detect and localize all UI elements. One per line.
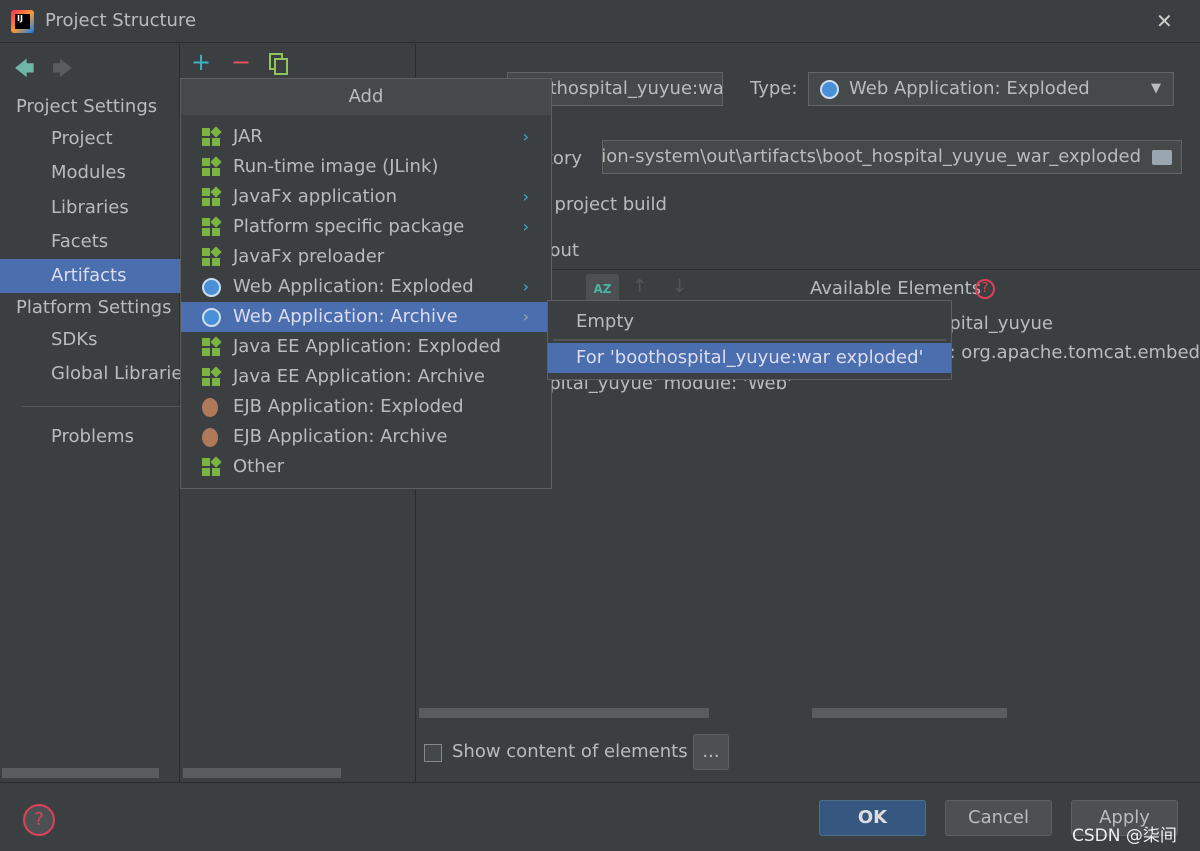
menu-item-label: Web Application: Exploded [233, 276, 474, 297]
list-scrollbar[interactable] [183, 768, 341, 778]
menu-item[interactable]: Java EE Application: Exploded [181, 332, 551, 362]
layout-scrollbar[interactable] [419, 708, 709, 718]
remove-button[interactable]: − [231, 48, 251, 76]
menu-item-label: Run-time image (JLink) [233, 156, 439, 177]
bean-icon [202, 398, 218, 417]
sidebar-item-problems[interactable]: Problems [0, 420, 180, 454]
menu-item-label: Other [233, 456, 285, 477]
sidebar-item-facets[interactable]: Facets [0, 225, 180, 259]
chevron-down-icon: ▼ [1151, 81, 1161, 96]
sidebar-scrollbar[interactable] [2, 768, 159, 778]
menu-item[interactable]: Web Application: Archive › [181, 302, 551, 332]
menu-item-label: EJB Application: Exploded [233, 396, 464, 417]
chevron-right-icon: › [522, 217, 529, 236]
output-directory-input[interactable]: hospital-reservation-system\out\artifact… [602, 140, 1182, 174]
menu-item[interactable]: JavaFx preloader [181, 242, 551, 272]
show-content-checkbox[interactable] [424, 744, 442, 762]
artifact-icon [202, 456, 222, 477]
sidebar: 🡄 🡆 Project Settings Project Modules Lib… [0, 44, 192, 782]
sidebar-item-modules[interactable]: Modules [0, 156, 180, 190]
menu-item-label: Platform specific package [233, 216, 465, 237]
type-dropdown[interactable]: Web Application: Exploded ▼ [808, 72, 1174, 106]
forward-arrow-icon[interactable]: 🡆 [52, 54, 73, 88]
more-button[interactable]: ... [693, 734, 729, 770]
ok-button[interactable]: OK [819, 800, 926, 836]
menu-item[interactable]: Run-time image (JLink) [181, 152, 551, 182]
menu-item[interactable]: EJB Application: Archive [181, 422, 551, 452]
intellij-logo-icon: IJ [11, 10, 34, 33]
menu-item[interactable]: Other [181, 452, 551, 482]
bean-icon [202, 428, 218, 447]
submenu-item-for-exploded[interactable]: For 'boothospital_yuyue:war exploded' [548, 343, 951, 373]
add-popup-menu: Add JAR › Run-time image (JLink) JavaFx app… [180, 78, 552, 489]
available-elements-label: Available Elements [810, 278, 982, 299]
artifact-icon [202, 246, 222, 267]
globe-icon [202, 308, 221, 327]
window-title: Project Structure [45, 10, 197, 31]
popup-title: Add [181, 79, 551, 115]
chevron-right-icon: › [522, 187, 529, 206]
cancel-button[interactable]: Cancel [945, 800, 1052, 836]
available-scrollbar[interactable] [812, 708, 1007, 718]
menu-item-label: JavaFx application [233, 186, 398, 207]
chevron-right-icon: › [522, 277, 529, 296]
project-settings-heading: Project Settings [16, 96, 158, 117]
chevron-right-icon: › [522, 127, 529, 146]
platform-settings-heading: Platform Settings [16, 297, 172, 318]
copy-button[interactable] [269, 53, 288, 75]
sidebar-item-project[interactable]: Project [0, 122, 180, 156]
menu-item-label: Web Application: Archive [233, 306, 458, 327]
help-button[interactable]: ? [23, 804, 55, 836]
menu-item-label: Java EE Application: Archive [233, 366, 485, 387]
show-content-label: Show content of elements [452, 741, 688, 762]
artifact-icon [202, 336, 222, 357]
menu-item-label: Java EE Application: Exploded [233, 336, 501, 357]
add-button[interactable]: + [191, 48, 211, 76]
submenu-item-empty[interactable]: Empty [576, 311, 634, 332]
artifact-icon [202, 156, 222, 177]
menu-item[interactable]: Platform specific package › [181, 212, 551, 242]
move-down-icon[interactable]: ↓ [672, 276, 687, 297]
sidebar-item-libraries[interactable]: Libraries [0, 191, 180, 225]
output-directory-value: hospital-reservation-system\out\artifact… [603, 146, 1141, 167]
type-value: Web Application: Exploded [849, 78, 1090, 99]
title-bar: IJ Project Structure ✕ [0, 0, 1200, 43]
globe-icon [820, 80, 839, 99]
chevron-right-icon: › [522, 307, 529, 326]
watermark: CSDN @柒间 [1072, 826, 1177, 846]
type-label: Type: [750, 78, 798, 99]
globe-icon [202, 278, 221, 297]
menu-item-label: JAR [233, 126, 263, 147]
artifact-icon [202, 216, 222, 237]
menu-item[interactable]: JavaFx application › [181, 182, 551, 212]
dialog-footer: ? OK Cancel Apply CSDN @柒间 [0, 782, 1200, 851]
sidebar-item-global-libraries[interactable]: Global Libraries [0, 357, 192, 391]
menu-item[interactable]: Java EE Application: Archive [181, 362, 551, 392]
folder-icon[interactable] [1152, 150, 1172, 165]
artifact-icon [202, 126, 222, 147]
sidebar-item-sdks[interactable]: SDKs [0, 323, 180, 357]
menu-item[interactable]: EJB Application: Exploded [181, 392, 551, 422]
artifact-icon [202, 366, 222, 387]
move-up-icon[interactable]: ↑ [632, 276, 647, 297]
close-button[interactable]: ✕ [1156, 9, 1173, 33]
archive-submenu: Empty For 'boothospital_yuyue:war explod… [547, 300, 952, 380]
menu-item[interactable]: JAR › [181, 122, 551, 152]
divider [22, 406, 180, 407]
menu-item-label: JavaFx preloader [233, 246, 385, 267]
help-icon[interactable]: ? [975, 279, 995, 299]
menu-item[interactable]: Web Application: Exploded › [181, 272, 551, 302]
menu-item-label: EJB Application: Archive [233, 426, 448, 447]
divider [553, 339, 946, 341]
back-arrow-icon[interactable]: 🡄 [14, 54, 35, 88]
artifact-icon [202, 186, 222, 207]
sidebar-item-artifacts[interactable]: Artifacts [0, 259, 180, 293]
